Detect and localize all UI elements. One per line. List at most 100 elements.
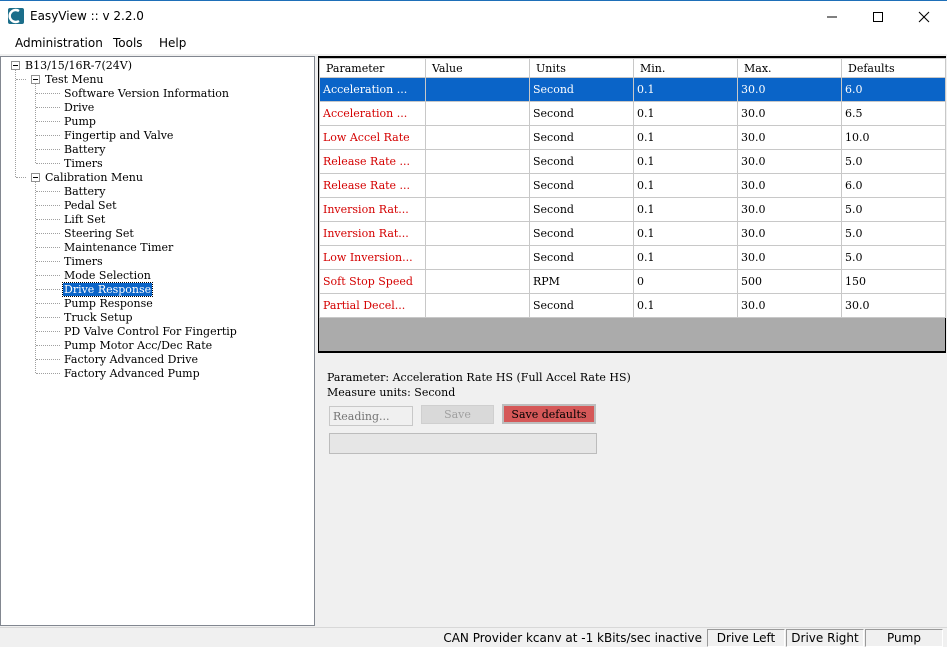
tree-node-pedal-set[interactable]: Pedal Set <box>64 199 117 212</box>
column-header-defaults[interactable]: Defaults <box>841 58 946 78</box>
cell-units: Second <box>529 245 634 270</box>
app-logo-icon <box>8 8 24 24</box>
cell-min: 0.1 <box>633 101 738 126</box>
value-input[interactable] <box>329 406 413 426</box>
tree-node-fingertip-valve[interactable]: Fingertip and Valve <box>64 129 173 142</box>
minimize-icon <box>827 16 837 17</box>
tree-node-calibration-menu[interactable]: Calibration Menu <box>45 171 143 184</box>
tree-node-mode-selection[interactable]: Mode Selection <box>64 269 151 282</box>
status-drive-right: Drive Right <box>786 629 864 647</box>
cell-parameter: Low Accel Rate <box>319 125 426 150</box>
tree-node-pd-valve[interactable]: PD Valve Control For Fingertip <box>64 325 237 338</box>
cell-parameter: Low Inversion... <box>319 245 426 270</box>
cell-min: 0.1 <box>633 197 738 222</box>
table-row[interactable]: Release Rate ... Second 0.1 30.0 5.0 <box>319 149 946 174</box>
save-button[interactable]: Save <box>421 405 494 424</box>
tree-connector <box>36 331 60 332</box>
tree-node-pump-response[interactable]: Pump Response <box>64 297 153 310</box>
status-pump: Pump <box>865 629 943 647</box>
cell-value[interactable] <box>425 125 530 150</box>
tree-node-factory-drive[interactable]: Factory Advanced Drive <box>64 353 198 366</box>
cell-value[interactable] <box>425 245 530 270</box>
column-header-min[interactable]: Min. <box>633 58 738 78</box>
cell-max: 30.0 <box>737 293 842 318</box>
cell-defaults: 5.0 <box>841 197 946 222</box>
cell-max: 30.0 <box>737 197 842 222</box>
cell-value[interactable] <box>425 77 530 102</box>
cell-min: 0.1 <box>633 125 738 150</box>
tree-connector <box>15 70 16 177</box>
cell-min: 0.1 <box>633 221 738 246</box>
table-row[interactable]: Low Inversion... Second 0.1 30.0 5.0 <box>319 245 946 270</box>
tree-node-battery-test[interactable]: Battery <box>64 143 105 156</box>
navigation-tree[interactable]: B13/15/16R-7(24V) Test Menu Software Ver… <box>0 56 315 626</box>
cell-value[interactable] <box>425 101 530 126</box>
maximize-button[interactable] <box>855 1 901 32</box>
cell-min: 0.1 <box>633 245 738 270</box>
tree-node-steering-set[interactable]: Steering Set <box>64 227 134 240</box>
tree-connector <box>36 205 60 206</box>
parameter-table: Parameter Value Units Min. Max. Defaults… <box>319 58 946 318</box>
table-row[interactable]: Partial Decel... Second 0.1 30.0 30.0 <box>319 293 946 318</box>
column-header-parameter[interactable]: Parameter <box>319 58 426 78</box>
minimize-button[interactable] <box>809 1 855 32</box>
cell-value[interactable] <box>425 173 530 198</box>
tree-connector <box>36 191 60 192</box>
table-row[interactable]: Inversion Rat... Second 0.1 30.0 5.0 <box>319 221 946 246</box>
menu-administration[interactable]: Administration <box>15 36 103 50</box>
tree-node-test-menu[interactable]: Test Menu <box>45 73 104 86</box>
close-button[interactable] <box>901 1 947 32</box>
cell-value[interactable] <box>425 149 530 174</box>
save-defaults-button[interactable]: Save defaults <box>502 404 596 424</box>
measure-units: Measure units: Second <box>327 386 456 399</box>
menu-help[interactable]: Help <box>159 36 186 50</box>
tree-node-pump-motor[interactable]: Pump Motor Acc/Dec Rate <box>64 339 212 352</box>
cell-defaults: 6.0 <box>841 173 946 198</box>
cell-min: 0.1 <box>633 173 738 198</box>
tree-node-maintenance-timer[interactable]: Maintenance Timer <box>64 241 173 254</box>
cell-max: 30.0 <box>737 101 842 126</box>
table-row[interactable]: Release Rate ... Second 0.1 30.0 6.0 <box>319 173 946 198</box>
table-row[interactable]: Inversion Rat... Second 0.1 30.0 5.0 <box>319 197 946 222</box>
cell-value[interactable] <box>425 269 530 294</box>
grid-header-row: Parameter Value Units Min. Max. Defaults <box>319 58 946 78</box>
table-row[interactable]: Acceleration ... Second 0.1 30.0 6.0 <box>319 77 946 102</box>
cell-parameter: Inversion Rat... <box>319 221 426 246</box>
tree-node-pump[interactable]: Pump <box>64 115 96 128</box>
cell-max: 30.0 <box>737 221 842 246</box>
expander-test-menu[interactable] <box>31 75 40 84</box>
tree-connector <box>36 233 60 234</box>
tree-node-drive[interactable]: Drive <box>64 101 94 114</box>
cell-parameter: Release Rate ... <box>319 149 426 174</box>
can-status-text: CAN Provider kcanv at -1 kBits/sec inact… <box>443 631 702 645</box>
column-header-max[interactable]: Max. <box>737 58 842 78</box>
tree-node-lift-set[interactable]: Lift Set <box>64 213 105 226</box>
window-title: EasyView :: v 2.2.0 <box>30 9 144 23</box>
tree-node-truck-setup[interactable]: Truck Setup <box>64 311 133 324</box>
tree-node-timers[interactable]: Timers <box>64 255 103 268</box>
parameter-grid[interactable]: Parameter Value Units Min. Max. Defaults… <box>318 56 946 353</box>
cell-value[interactable] <box>425 293 530 318</box>
tree-node-timers-test[interactable]: Timers <box>64 157 103 170</box>
expander-root[interactable] <box>11 61 20 70</box>
cell-units: Second <box>529 77 634 102</box>
cell-defaults: 5.0 <box>841 149 946 174</box>
cell-max: 30.0 <box>737 125 842 150</box>
menu-tools[interactable]: Tools <box>113 36 143 50</box>
column-header-value[interactable]: Value <box>425 58 530 78</box>
cell-value[interactable] <box>425 221 530 246</box>
cell-defaults: 10.0 <box>841 125 946 150</box>
table-row[interactable]: Low Accel Rate Second 0.1 30.0 10.0 <box>319 125 946 150</box>
tree-node-software-version[interactable]: Software Version Information <box>64 87 229 100</box>
table-row[interactable]: Soft Stop Speed RPM 0 500 150 <box>319 269 946 294</box>
tree-node-root[interactable]: B13/15/16R-7(24V) <box>25 59 132 72</box>
tree-node-drive-response[interactable]: Drive Response <box>61 282 154 297</box>
tree-node-battery[interactable]: Battery <box>64 185 105 198</box>
expander-calibration-menu[interactable] <box>31 173 40 182</box>
table-row[interactable]: Acceleration ... Second 0.1 30.0 6.5 <box>319 101 946 126</box>
tree-node-factory-pump[interactable]: Factory Advanced Pump <box>64 367 200 380</box>
cell-value[interactable] <box>425 197 530 222</box>
tree-connector <box>35 84 36 163</box>
tree-connector <box>36 163 60 164</box>
column-header-units[interactable]: Units <box>529 58 634 78</box>
